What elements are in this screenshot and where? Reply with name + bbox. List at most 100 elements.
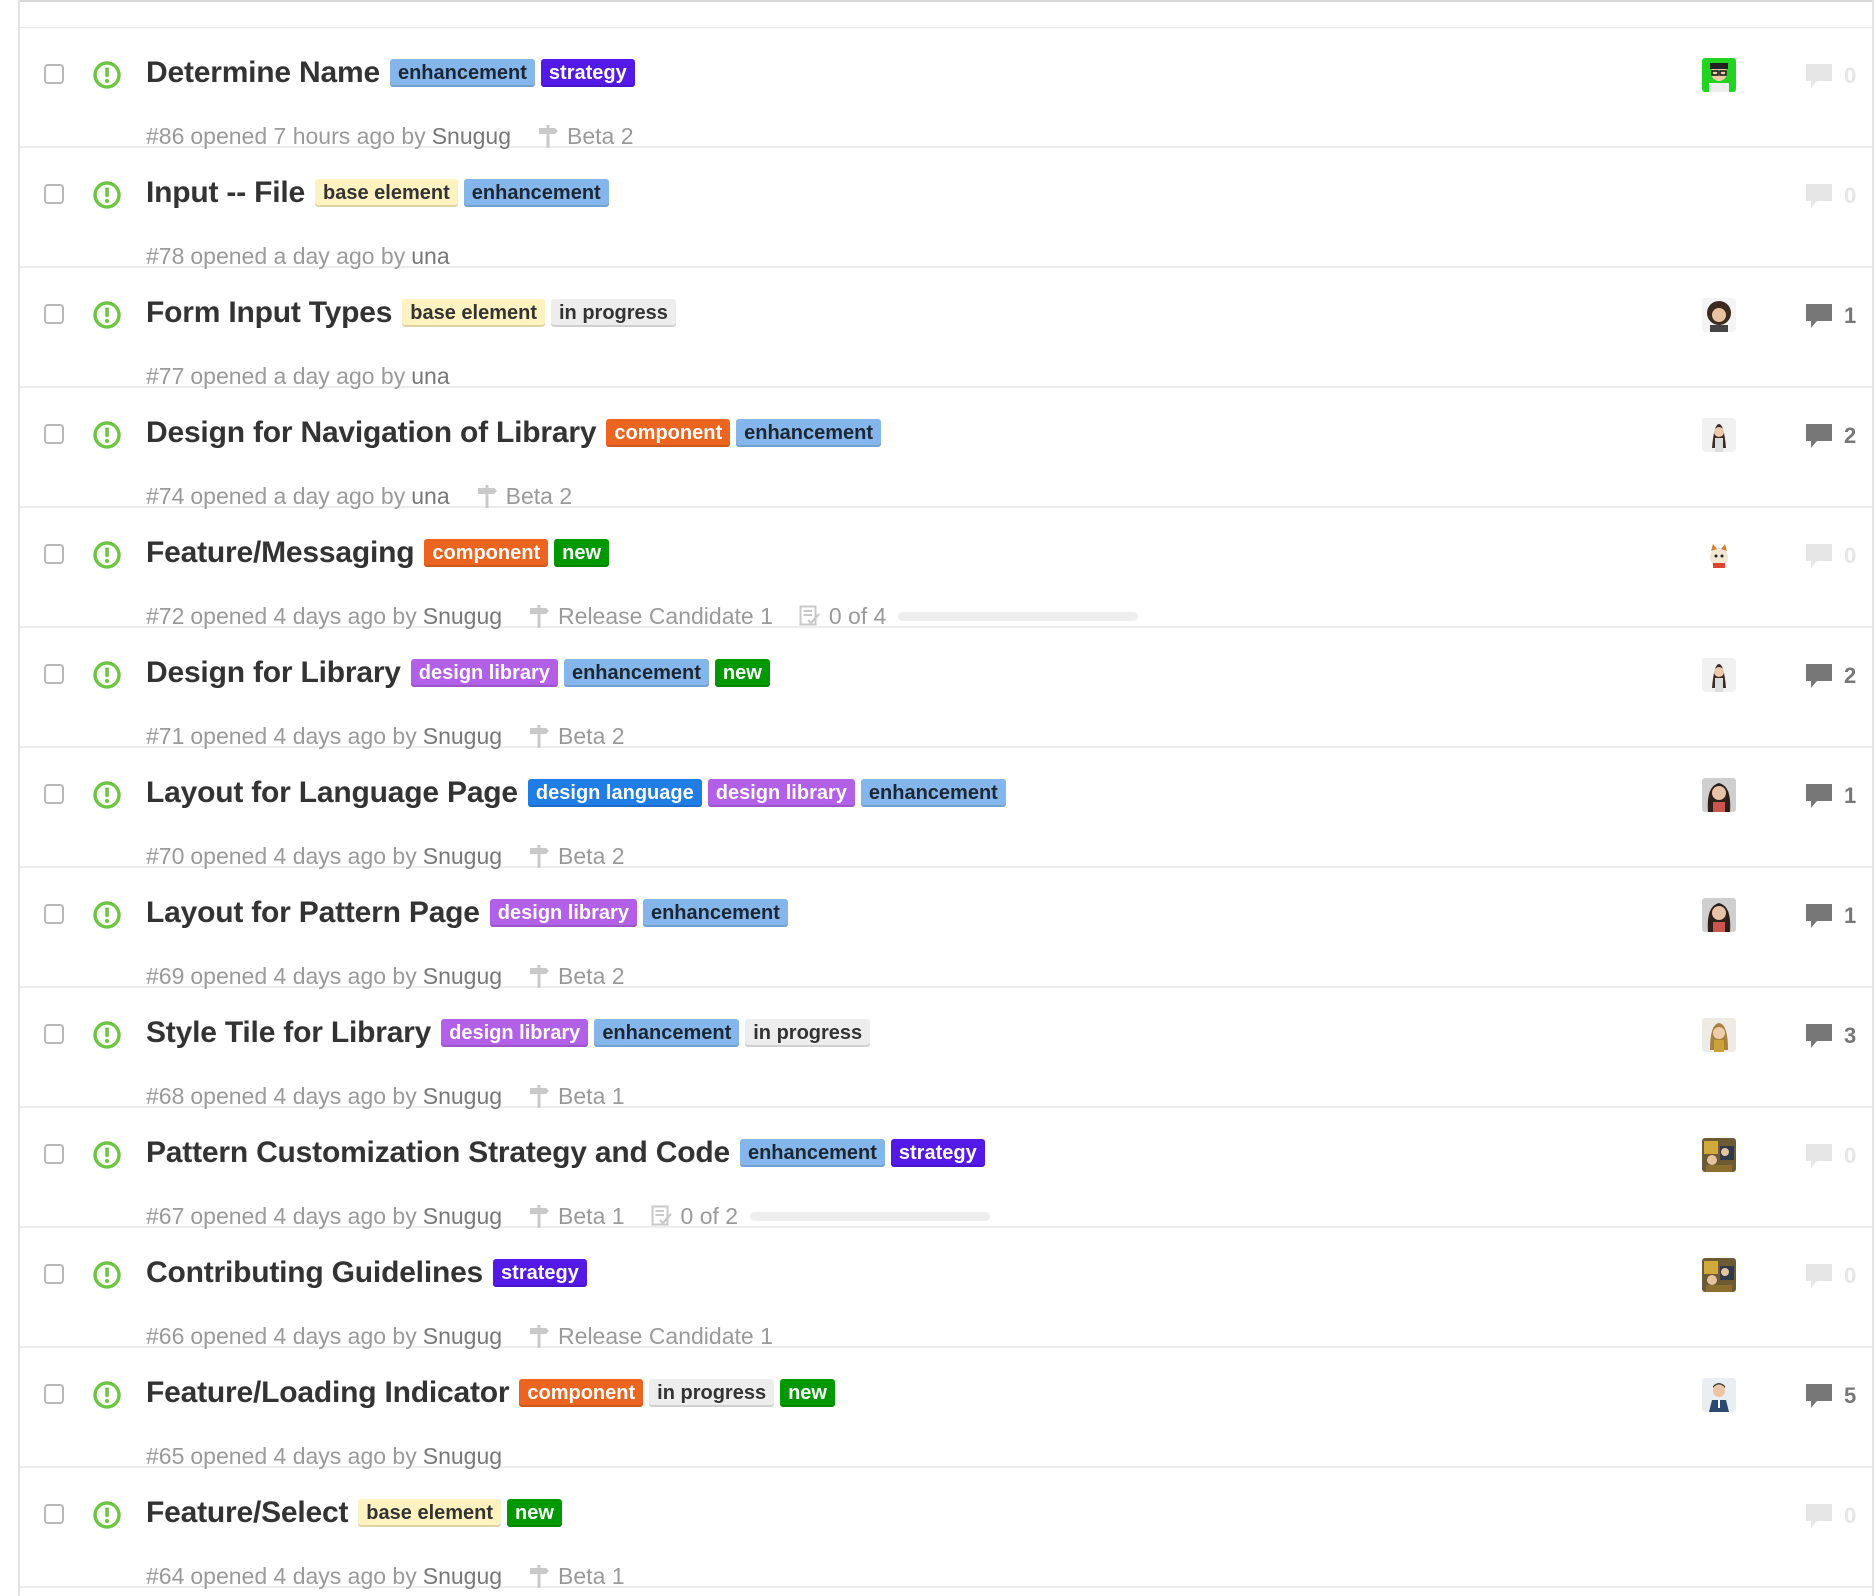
- issue-label[interactable]: new: [714, 659, 770, 687]
- issue-author-link[interactable]: Snugug: [423, 723, 502, 750]
- issue-author-link[interactable]: Snugug: [423, 1323, 502, 1350]
- assignee-avatar[interactable]: [1702, 1258, 1736, 1292]
- select-issue-checkbox[interactable]: [44, 1024, 64, 1044]
- issue-author-link[interactable]: Snugug: [423, 1083, 502, 1110]
- issue-label[interactable]: enhancement: [594, 1019, 740, 1047]
- issue-row[interactable]: Pattern Customization Strategy and Code e…: [20, 1108, 1872, 1230]
- assignee-avatar[interactable]: [1702, 1018, 1736, 1052]
- issue-title-link[interactable]: Feature/Messaging: [146, 536, 415, 570]
- select-issue-checkbox[interactable]: [44, 784, 64, 804]
- comments-link[interactable]: 0: [1804, 1502, 1856, 1530]
- issue-milestone[interactable]: Beta 1: [528, 1563, 625, 1590]
- comments-link[interactable]: 0: [1804, 1142, 1856, 1170]
- issue-row[interactable]: Style Tile for Library design library enha…: [20, 988, 1872, 1110]
- issue-label[interactable]: enhancement: [389, 59, 535, 87]
- issue-milestone[interactable]: Beta 1: [528, 1203, 625, 1230]
- select-issue-checkbox[interactable]: [44, 1144, 64, 1164]
- issue-author-link[interactable]: Snugug: [423, 603, 502, 630]
- issue-row[interactable]: Layout for Pattern Page design library enh…: [20, 868, 1872, 990]
- comments-link[interactable]: 0: [1804, 542, 1856, 570]
- issue-label[interactable]: enhancement: [563, 659, 709, 687]
- issue-label[interactable]: new: [507, 1499, 562, 1527]
- select-issue-checkbox[interactable]: [44, 664, 64, 684]
- issue-author-link[interactable]: Snugug: [423, 1203, 502, 1230]
- issue-title-link[interactable]: Style Tile for Library: [146, 1016, 431, 1050]
- issue-row[interactable]: Feature/Loading Indicator component in pro…: [20, 1348, 1872, 1470]
- select-issue-checkbox[interactable]: [44, 904, 64, 924]
- issue-author-link[interactable]: Snugug: [423, 963, 502, 990]
- issue-title-link[interactable]: Pattern Customization Strategy and Code: [146, 1136, 730, 1170]
- issue-label[interactable]: strategy: [493, 1259, 587, 1287]
- issue-milestone[interactable]: Beta 1: [528, 1083, 625, 1110]
- issue-label[interactable]: component: [606, 419, 731, 447]
- issue-label[interactable]: strategy: [890, 1139, 985, 1167]
- issue-row[interactable]: Form Input Types base element in progress #…: [20, 268, 1872, 390]
- issue-author-link[interactable]: Snugug: [423, 1443, 502, 1470]
- issue-row[interactable]: Layout for Language Page design language d…: [20, 748, 1872, 870]
- issue-label[interactable]: base element: [402, 299, 545, 327]
- issue-title-link[interactable]: Design for Navigation of Library: [146, 416, 597, 450]
- issue-label[interactable]: base element: [315, 179, 458, 207]
- assignee-avatar[interactable]: [1702, 298, 1736, 332]
- comments-link[interactable]: 1: [1804, 782, 1856, 810]
- issue-title-link[interactable]: Feature/Select: [146, 1496, 348, 1530]
- issue-label[interactable]: enhancement: [739, 1139, 885, 1167]
- select-issue-checkbox[interactable]: [44, 304, 64, 324]
- issue-title-link[interactable]: Contributing Guidelines: [146, 1256, 483, 1290]
- select-issue-checkbox[interactable]: [44, 544, 64, 564]
- issue-milestone[interactable]: Beta 2: [537, 123, 634, 150]
- issue-row[interactable]: Feature/Messaging component new #72 opened 4…: [20, 508, 1872, 630]
- select-issue-checkbox[interactable]: [44, 1384, 64, 1404]
- comments-link[interactable]: 2: [1804, 422, 1856, 450]
- issue-label[interactable]: in progress: [649, 1379, 775, 1407]
- comments-link[interactable]: 1: [1804, 902, 1856, 930]
- issue-label[interactable]: strategy: [540, 59, 635, 87]
- assignee-avatar[interactable]: [1702, 1378, 1736, 1412]
- comments-link[interactable]: 2: [1804, 662, 1856, 690]
- select-issue-checkbox[interactable]: [44, 64, 64, 84]
- issue-label[interactable]: in progress: [550, 299, 676, 327]
- issue-label[interactable]: enhancement: [736, 419, 882, 447]
- issue-row[interactable]: Contributing Guidelines strategy #66 opened…: [20, 1228, 1872, 1350]
- select-issue-checkbox[interactable]: [44, 1504, 64, 1524]
- comments-link[interactable]: 0: [1804, 62, 1856, 90]
- assignee-avatar[interactable]: [1702, 418, 1736, 452]
- issue-milestone[interactable]: Release Candidate 1: [528, 603, 773, 630]
- issue-author-link[interactable]: una: [411, 483, 449, 510]
- issue-title-link[interactable]: Determine Name: [146, 56, 380, 90]
- comments-link[interactable]: 0: [1804, 1262, 1856, 1290]
- issue-row[interactable]: Determine Name enhancement strategy #86 open…: [20, 28, 1872, 150]
- issue-milestone[interactable]: Beta 2: [528, 963, 625, 990]
- assignee-avatar[interactable]: [1702, 778, 1736, 812]
- issue-label[interactable]: design library: [441, 1019, 589, 1047]
- issue-row[interactable]: Design for Library design library enhancem…: [20, 628, 1872, 750]
- issue-title-link[interactable]: Layout for Pattern Page: [146, 896, 480, 930]
- issue-label[interactable]: design library: [410, 659, 558, 687]
- issue-author-link[interactable]: una: [411, 363, 449, 390]
- assignee-avatar[interactable]: [1702, 1138, 1736, 1172]
- issue-label[interactable]: design language: [527, 779, 702, 807]
- issue-label[interactable]: new: [780, 1379, 835, 1407]
- issue-label[interactable]: base element: [358, 1499, 502, 1527]
- issue-label[interactable]: enhancement: [642, 899, 788, 927]
- issue-label[interactable]: enhancement: [860, 779, 1006, 807]
- assignee-avatar[interactable]: [1702, 898, 1736, 932]
- issue-title-link[interactable]: Form Input Types: [146, 296, 392, 330]
- comments-link[interactable]: 5: [1804, 1382, 1856, 1410]
- issue-label[interactable]: component: [519, 1379, 644, 1407]
- issue-author-link[interactable]: Snugug: [432, 123, 511, 150]
- issue-milestone[interactable]: Beta 2: [476, 483, 572, 510]
- assignee-avatar[interactable]: [1702, 538, 1736, 572]
- issue-label[interactable]: in progress: [745, 1019, 871, 1047]
- issue-label[interactable]: design library: [489, 899, 637, 927]
- issue-title-link[interactable]: Design for Library: [146, 656, 401, 690]
- issue-milestone[interactable]: Beta 2: [528, 843, 625, 870]
- issue-row[interactable]: Design for Navigation of Library componen…: [20, 388, 1872, 510]
- issue-author-link[interactable]: Snugug: [423, 843, 502, 870]
- issue-row[interactable]: Feature/Select base element new #64 opened 4…: [20, 1468, 1872, 1590]
- issue-label[interactable]: enhancement: [463, 179, 609, 207]
- assignee-avatar[interactable]: [1702, 658, 1736, 692]
- select-issue-checkbox[interactable]: [44, 184, 64, 204]
- issue-label[interactable]: new: [554, 539, 610, 567]
- comments-link[interactable]: 3: [1804, 1022, 1856, 1050]
